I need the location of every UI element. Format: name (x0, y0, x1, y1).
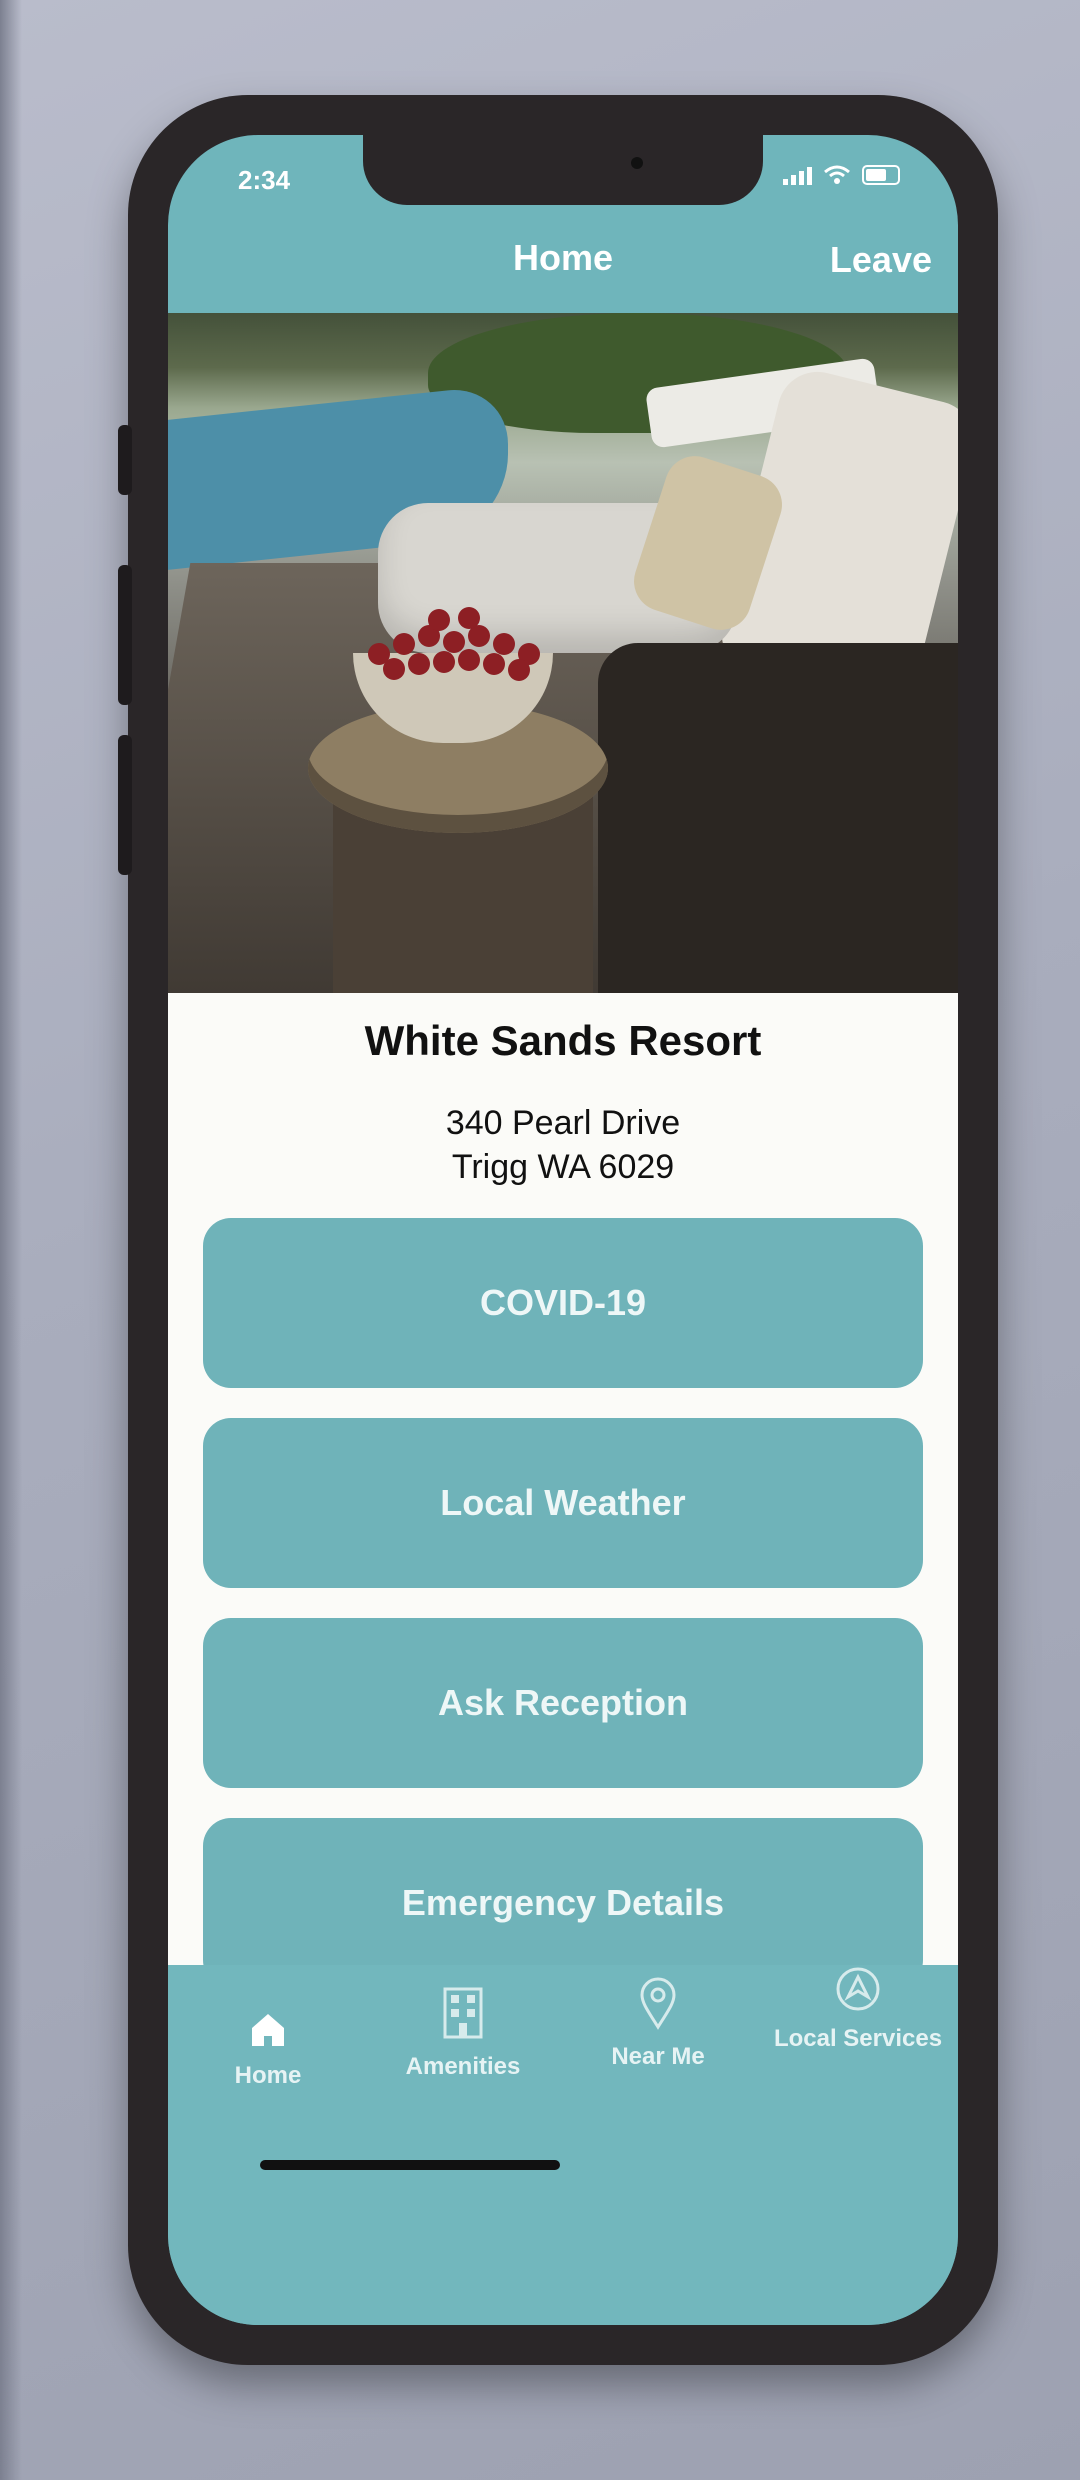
navigation-bar: Home Leave (168, 215, 958, 315)
tab-label-amenities: Amenities (405, 2053, 521, 2080)
ask-reception-button[interactable]: Ask Reception (203, 1618, 923, 1788)
home-indicator[interactable] (260, 2160, 560, 2170)
tab-near-me[interactable]: Near Me (563, 1975, 753, 2071)
covid-19-button[interactable]: COVID-19 (203, 1218, 923, 1388)
resort-info-panel: White Sands Resort 340 Pearl Drive Trigg… (168, 993, 958, 1993)
wifi-icon (824, 165, 850, 184)
leave-button[interactable]: Leave (830, 239, 932, 281)
phone-frame: 2:34 Home Leave White Sands Resort 340 P… (118, 95, 998, 2365)
building-icon (443, 1987, 483, 2039)
address-line-1: 340 Pearl Drive (445, 1104, 681, 1142)
volume-up-button (118, 565, 132, 705)
emergency-details-button[interactable]: Emergency Details (203, 1818, 923, 1988)
resort-hero-image (168, 313, 958, 993)
volume-down-button (118, 735, 132, 875)
home-icon (252, 2014, 284, 2046)
front-camera (631, 157, 643, 169)
phone-screen: 2:34 Home Leave White Sands Resort 340 P… (168, 135, 958, 2325)
tab-label-local-services: Local Services (773, 2025, 943, 2052)
status-icons (783, 165, 900, 185)
compass-icon (836, 1967, 880, 2011)
tab-amenities[interactable]: Amenities (368, 1985, 558, 2081)
resort-address: 340 Pearl Drive Trigg WA 6029 (168, 1101, 958, 1189)
local-weather-button[interactable]: Local Weather (203, 1418, 923, 1588)
tab-local-services[interactable]: Local Services (758, 1965, 958, 2053)
resort-name: White Sands Resort (364, 1017, 762, 1064)
mute-switch (118, 425, 132, 495)
background-shadow (0, 0, 22, 2480)
tab-home[interactable]: Home (173, 2010, 363, 2090)
status-time: 2:34 (238, 165, 291, 195)
tab-label-home: Home (234, 2062, 302, 2089)
notch (363, 135, 763, 205)
address-line-2: Trigg WA 6029 (451, 1148, 675, 1186)
tab-label-near-me: Near Me (611, 2043, 705, 2070)
signal-icon (783, 165, 812, 185)
battery-icon (862, 165, 900, 185)
map-pin-icon (640, 1977, 676, 2030)
bottom-tab-bar: Home Amenities Near Me Local Services (168, 1965, 958, 2325)
